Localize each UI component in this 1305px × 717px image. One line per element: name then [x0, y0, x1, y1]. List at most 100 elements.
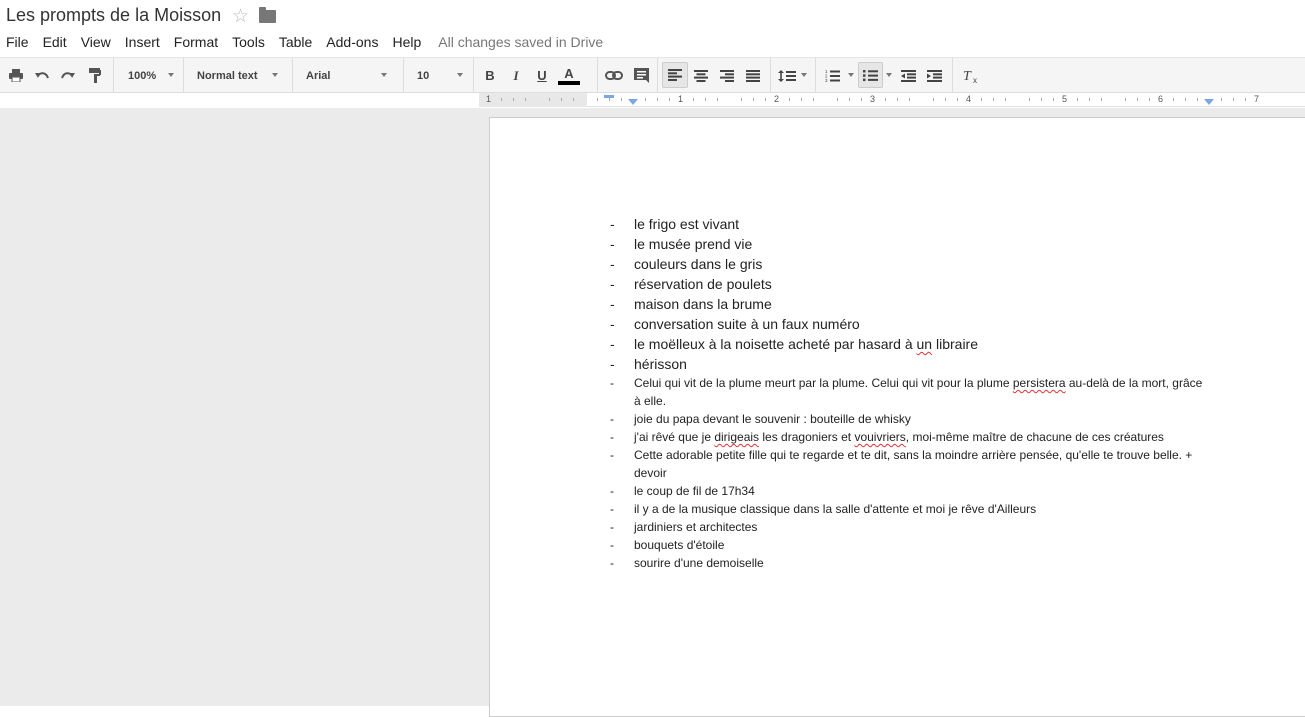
align-center-icon[interactable] [691, 58, 711, 93]
ruler-tick [549, 98, 550, 101]
menu-format[interactable]: Format [167, 34, 225, 50]
chevron-down-icon [168, 73, 174, 77]
list-bullet: - [610, 376, 614, 390]
redo-icon[interactable] [58, 58, 78, 93]
ruler-tick [1005, 98, 1006, 101]
spelling-error[interactable]: un [917, 336, 933, 352]
document-page[interactable]: - le frigo est vivant - le musée prend vie -… [489, 117, 1305, 717]
chevron-down-icon [848, 73, 854, 77]
ruler[interactable]: 1 1 2 3 4 5 6 7 [479, 93, 1305, 107]
menu-table[interactable]: Table [272, 34, 319, 50]
line-spacing-icon[interactable] [776, 58, 798, 93]
list-item[interactable]: - couleurs dans le gris [610, 254, 1210, 274]
star-icon[interactable]: ☆ [232, 5, 249, 28]
ruler-tick [1197, 98, 1198, 101]
list-item-text: maison dans la brume [634, 296, 772, 312]
list-bullet: - [610, 556, 614, 570]
clear-formatting-icon[interactable]: Tx [960, 58, 982, 93]
list-item-text: le moëlleux à la noisette acheté par has… [634, 336, 978, 352]
right-indent-marker[interactable] [1204, 99, 1214, 105]
ruler-tick [993, 98, 994, 101]
print-icon[interactable] [6, 58, 26, 93]
ruler-tick [813, 98, 814, 101]
numbered-list-icon[interactable]: 123 [822, 58, 842, 93]
list-item[interactable]: - hérisson [610, 354, 1210, 374]
list-item[interactable]: - le moëlleux à la noisette acheté par ha… [610, 334, 1210, 354]
underline-icon[interactable]: U [533, 58, 551, 93]
menu-tools[interactable]: Tools [225, 34, 272, 50]
menu-help[interactable]: Help [385, 34, 428, 50]
list-item[interactable]: - le musée prend vie [610, 234, 1210, 254]
ruler-tick [1233, 98, 1234, 101]
list-item[interactable]: - le coup de fil de 17h34 [610, 482, 1210, 500]
italic-icon[interactable]: I [507, 58, 525, 93]
list-item[interactable]: - réservation de poulets [610, 274, 1210, 294]
menu-file[interactable]: File [0, 34, 36, 50]
list-item[interactable]: - il y a de la musique classique dans la … [610, 500, 1210, 518]
menu-insert[interactable]: Insert [118, 34, 167, 50]
ruler-tick [897, 98, 898, 101]
spelling-error[interactable]: vouivriers [854, 430, 905, 444]
first-line-indent-marker[interactable] [604, 95, 614, 98]
link-icon[interactable] [603, 58, 625, 93]
chevron-down-icon [457, 73, 463, 77]
list-bullet: - [610, 236, 615, 252]
app-header: Les prompts de la Moisson ☆ File Edit Vi… [0, 0, 1305, 57]
text-color-icon[interactable]: A [557, 58, 581, 93]
ruler-tick [957, 98, 958, 101]
ruler-tick [981, 98, 982, 101]
list-item[interactable]: - jardiniers et architectes [610, 518, 1210, 536]
ruler-number: 7 [1254, 94, 1260, 104]
ruler-margin-left [479, 93, 587, 107]
spelling-error[interactable]: persistera [1013, 376, 1066, 390]
ruler-tick [1173, 98, 1174, 101]
undo-icon[interactable] [32, 58, 52, 93]
ruler-tick [597, 98, 598, 101]
font-value: Arial [306, 69, 331, 82]
list-item-text: Celui qui vit de la plume meurt par la p… [634, 376, 1203, 408]
ruler-tick [1149, 98, 1150, 101]
align-left-icon[interactable] [662, 62, 688, 88]
chevron-down-icon [801, 73, 807, 77]
menu-addons[interactable]: Add-ons [319, 34, 385, 50]
list-item[interactable]: - sourire d'une demoiselle [610, 554, 1210, 572]
list-item[interactable]: - joie du papa devant le souvenir : boute… [610, 410, 1210, 428]
list-item-text: hérisson [634, 356, 687, 372]
ruler-tick [1221, 98, 1222, 101]
menu-view[interactable]: View [74, 34, 118, 50]
bold-icon[interactable]: B [481, 58, 499, 93]
bullet-list[interactable]: - le frigo est vivant - le musée prend vie -… [610, 214, 1210, 572]
ruler-tick [885, 98, 886, 101]
list-item-text: joie du papa devant le souvenir : boutei… [634, 412, 911, 426]
bulleted-list-icon[interactable] [858, 62, 883, 88]
ruler-tick [561, 98, 562, 101]
document-canvas[interactable]: - le frigo est vivant - le musée prend vie -… [0, 108, 1305, 717]
list-bullet: - [610, 520, 614, 534]
ruler-tick [753, 98, 754, 101]
paint-format-icon[interactable] [85, 58, 105, 93]
comment-icon[interactable] [630, 58, 652, 93]
list-bullet: - [610, 296, 615, 312]
document-title[interactable]: Les prompts de la Moisson [6, 5, 221, 26]
list-item[interactable]: - Celui qui vit de la plume meurt par la … [610, 374, 1210, 410]
left-indent-marker[interactable] [628, 99, 638, 105]
increase-indent-icon[interactable] [924, 58, 944, 93]
ruler-tick [669, 98, 670, 101]
list-item-text: conversation suite à un faux numéro [634, 316, 860, 332]
spelling-error[interactable]: dirigeais [714, 430, 759, 444]
list-item[interactable]: - maison dans la brume [610, 294, 1210, 314]
decrease-indent-icon[interactable] [898, 58, 918, 93]
ruler-tick [609, 98, 610, 101]
list-item[interactable]: - j'ai rêvé que je dirigeais les dragonie… [610, 428, 1210, 446]
list-item[interactable]: - conversation suite à un faux numéro [610, 314, 1210, 334]
justify-icon[interactable] [743, 58, 763, 93]
list-bullet: - [610, 448, 614, 462]
ruler-number: 3 [870, 94, 876, 104]
list-item[interactable]: - Cette adorable petite fille qui te rega… [610, 446, 1210, 482]
menu-edit[interactable]: Edit [36, 34, 74, 50]
folder-icon[interactable] [259, 7, 276, 23]
list-item[interactable]: - le frigo est vivant [610, 214, 1210, 234]
align-right-icon[interactable] [717, 58, 737, 93]
ruler-tick [861, 98, 862, 101]
list-item[interactable]: - bouquets d'étoile [610, 536, 1210, 554]
